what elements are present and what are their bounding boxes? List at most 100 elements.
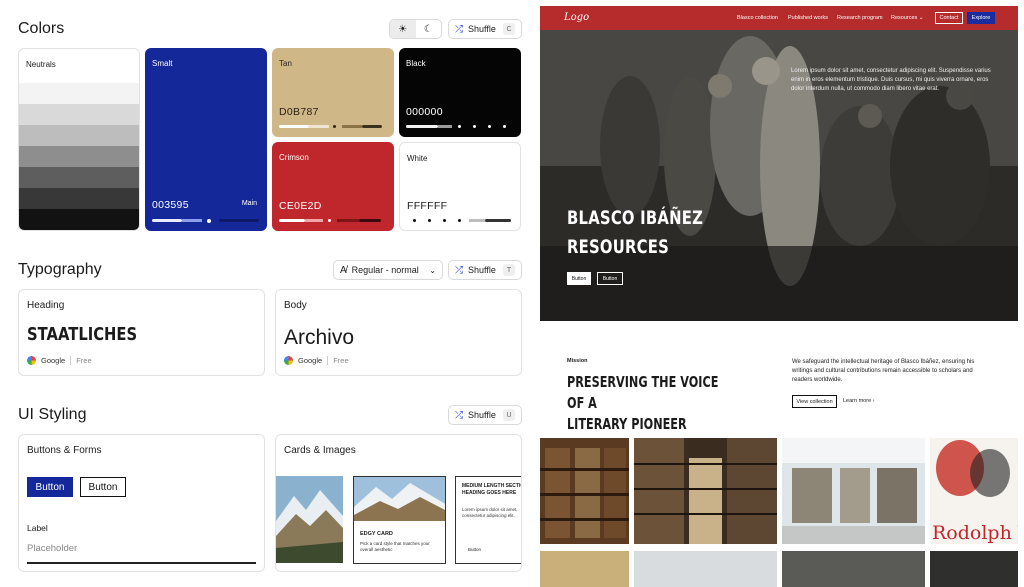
placeholder-input[interactable]: Placeholder bbox=[27, 543, 77, 554]
mission-body: We safeguard the intellectual heritage o… bbox=[792, 359, 975, 383]
input-underline bbox=[27, 562, 256, 564]
swatch-name: Black bbox=[406, 59, 426, 68]
font-style-select[interactable]: A̸ Regular - normal ⌄ bbox=[333, 260, 443, 280]
library-photo bbox=[540, 438, 629, 544]
swatch-crimson[interactable]: Crimson CE0E2D bbox=[272, 142, 394, 231]
edgy-card-text: Pick a card style that matches your over… bbox=[360, 541, 430, 552]
medium-card-sample[interactable]: MEDIUM LENGTH SECTION HEADING GOES HERE … bbox=[455, 476, 521, 564]
chevron-down-icon: ⌄ bbox=[429, 265, 436, 275]
poster-text: Rodolph Va bbox=[932, 522, 1018, 544]
swatch-hex: 003595 bbox=[152, 199, 189, 211]
shade-scale bbox=[152, 218, 260, 223]
nav-resources[interactable]: Resources ⌄ bbox=[891, 15, 923, 21]
swatch-smalt[interactable]: Smalt 003595 Main bbox=[145, 48, 267, 231]
hero-secondary-button[interactable]: Button bbox=[597, 272, 623, 285]
neutral-shade bbox=[19, 83, 139, 104]
colors-shuffle-button[interactable]: ⤮ Shuffle C bbox=[448, 19, 522, 39]
neutral-shade bbox=[19, 125, 139, 146]
field-label: Label bbox=[27, 523, 48, 533]
library-photo bbox=[634, 551, 777, 587]
style-guide-panel: Colors ☀ ☾ ⤮ Shuffle C Neutrals Smalt 00… bbox=[0, 0, 540, 587]
moon-icon[interactable]: ☾ bbox=[416, 20, 442, 38]
mission-title: PRESERVING THE VOICE OF A LITERARY PIONE… bbox=[567, 372, 740, 435]
neutrals-label: Neutrals bbox=[26, 60, 56, 69]
edgy-card-sample[interactable]: EDGY CARD Pick a card style that matches… bbox=[353, 476, 446, 564]
site-navbar: Logo Blasco collection Published works R… bbox=[540, 6, 1018, 30]
shuffle-icon: ⤮ bbox=[455, 23, 463, 35]
chevron-right-icon: › bbox=[872, 398, 875, 404]
buttons-forms-label: Buttons & Forms bbox=[27, 445, 102, 456]
font-style-value: Regular - normal bbox=[351, 265, 419, 275]
cards-images-label: Cards & Images bbox=[284, 445, 356, 456]
medium-card-text: Lorem ipsum dolor sit amet, consectetur … bbox=[462, 507, 518, 518]
font-source: Google bbox=[298, 356, 323, 365]
learn-more-link[interactable]: Learn more › bbox=[843, 398, 875, 404]
ui-styling-title: UI Styling bbox=[18, 406, 87, 423]
swatch-hex: CE0E2D bbox=[279, 200, 322, 212]
buttons-forms-card: Buttons & Forms Button Button Label Plac… bbox=[18, 434, 265, 572]
mountain-image bbox=[276, 476, 343, 563]
shade-scale bbox=[406, 125, 514, 128]
heading-font-name: STAATLICHES bbox=[27, 324, 138, 345]
swatch-name: Crimson bbox=[279, 153, 309, 162]
contact-button[interactable]: Contact bbox=[935, 12, 963, 24]
swatch-black[interactable]: Black 000000 bbox=[399, 48, 521, 137]
ui-shuffle-button[interactable]: ⤮ Shuffle U bbox=[448, 405, 522, 425]
view-collection-button[interactable]: View collection bbox=[792, 395, 837, 408]
medium-card-button[interactable]: Button bbox=[468, 547, 481, 552]
google-icon bbox=[284, 356, 293, 365]
nav-blasco-collection[interactable]: Blasco collection bbox=[737, 15, 778, 21]
typography-title: Typography bbox=[18, 261, 102, 278]
neutral-shade bbox=[19, 167, 139, 188]
swatch-white[interactable]: White FFFFFF bbox=[399, 142, 521, 231]
swatch-name: Tan bbox=[279, 59, 292, 68]
shortcut-key: C bbox=[503, 23, 515, 35]
body-font-card[interactable]: Body Archivo Google Free bbox=[275, 289, 522, 376]
swatch-name: Smalt bbox=[152, 59, 173, 68]
website-preview: Logo Blasco collection Published works R… bbox=[540, 6, 1018, 587]
hero-primary-button[interactable]: Button bbox=[567, 272, 591, 285]
mission-title-line: PRESERVING THE VOICE OF A bbox=[567, 373, 719, 412]
hero-title-line: RESOURCES bbox=[567, 236, 670, 258]
shuffle-label: Shuffle bbox=[468, 265, 496, 275]
shortcut-key: T bbox=[503, 264, 515, 276]
shuffle-icon: ⤮ bbox=[455, 409, 463, 421]
swatch-hex: 000000 bbox=[406, 106, 443, 118]
neutral-shade bbox=[19, 104, 139, 125]
sun-icon[interactable]: ☀ bbox=[390, 20, 416, 38]
swatch-tan[interactable]: Tan D0B787 bbox=[272, 48, 394, 137]
edgy-card-title: EDGY CARD bbox=[360, 531, 393, 537]
main-badge: Main bbox=[241, 200, 257, 207]
library-photo bbox=[540, 551, 629, 587]
hero-paragraph: Lorem ipsum dolor sit amet, consectetur … bbox=[791, 68, 991, 92]
neutrals-card[interactable]: Neutrals bbox=[18, 48, 140, 231]
primary-button-sample[interactable]: Button bbox=[27, 477, 73, 497]
font-license: Free bbox=[327, 356, 349, 365]
theme-toggle[interactable]: ☀ ☾ bbox=[389, 19, 442, 39]
swatch-name: White bbox=[407, 154, 428, 163]
learn-more-label: Learn more bbox=[843, 398, 872, 404]
font-icon: A̸ bbox=[340, 264, 347, 276]
neutral-shade bbox=[19, 209, 139, 230]
secondary-button-sample[interactable]: Button bbox=[80, 477, 126, 497]
nav-research-program[interactable]: Research program bbox=[837, 15, 883, 21]
heading-label: Heading bbox=[27, 300, 65, 311]
swatch-hex: FFFFFF bbox=[407, 200, 448, 212]
typography-shuffle-button[interactable]: ⤮ Shuffle T bbox=[448, 260, 522, 280]
shuffle-label: Shuffle bbox=[468, 410, 496, 420]
chevron-down-icon: ⌄ bbox=[918, 15, 924, 21]
shade-scale bbox=[279, 125, 387, 128]
explore-button[interactable]: Explore bbox=[967, 12, 995, 24]
hero-section: Logo Blasco collection Published works R… bbox=[540, 6, 1018, 321]
neutral-shade bbox=[19, 146, 139, 167]
font-meta: Google Free bbox=[284, 356, 349, 365]
mission-title-line: LITERARY PIONEER bbox=[567, 415, 687, 433]
nav-published-works[interactable]: Published works bbox=[788, 15, 828, 21]
heading-font-card[interactable]: Heading STAATLICHES Google Free bbox=[18, 289, 265, 376]
library-photo bbox=[930, 551, 1018, 587]
cards-images-card: Cards & Images EDGY CARD Pick a card sty… bbox=[275, 434, 522, 572]
neutral-shade bbox=[19, 188, 139, 209]
swatch-hex: D0B787 bbox=[279, 106, 319, 118]
font-license: Free bbox=[70, 356, 92, 365]
site-logo[interactable]: Logo bbox=[564, 12, 589, 23]
